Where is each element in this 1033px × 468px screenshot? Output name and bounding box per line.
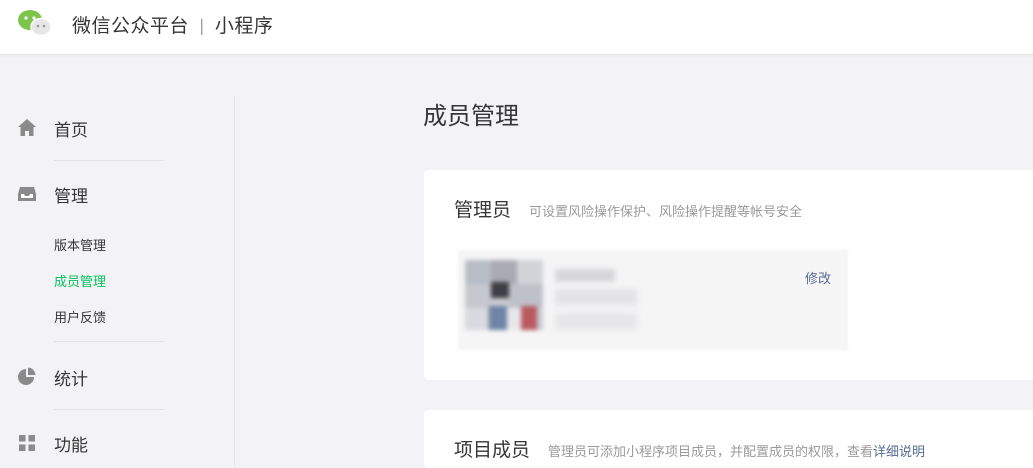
inbox-icon bbox=[18, 187, 36, 201]
admin-info-blurred bbox=[555, 289, 637, 305]
wechat-logo[interactable] bbox=[16, 8, 54, 38]
sidebar-item-home[interactable]: 首页 bbox=[16, 116, 88, 141]
admin-card-description: 可设置风险操作保护、风险操作提醒等帐号安全 bbox=[529, 205, 803, 220]
divider bbox=[54, 160, 164, 161]
members-card-description-text: 管理员可添加小程序项目成员，并配置成员的权限，查看 bbox=[548, 445, 874, 460]
home-icon bbox=[18, 119, 36, 136]
admin-card-title: 管理员 bbox=[454, 199, 512, 221]
members-card-title: 项目成员 bbox=[454, 439, 531, 461]
sidebar-item-features[interactable]: 功能 bbox=[16, 431, 88, 456]
sidebar-item-label: 首页 bbox=[54, 120, 88, 141]
sidebar-item-label: 统计 bbox=[54, 369, 88, 390]
brand-separator: | bbox=[199, 16, 205, 35]
edit-admin-link[interactable]: 修改 bbox=[805, 268, 831, 287]
platform-name: 微信公众平台 bbox=[72, 15, 190, 37]
page-title: 成员管理 bbox=[423, 102, 519, 130]
details-link[interactable]: 详细说明 bbox=[873, 445, 925, 460]
pie-chart-icon bbox=[18, 367, 36, 385]
members-card-header: 项目成员 管理员可添加小程序项目成员，并配置成员的权限，查看详细说明 bbox=[454, 435, 925, 462]
sidebar-subitem-version-management[interactable]: 版本管理 bbox=[54, 235, 106, 254]
admin-info-blurred bbox=[555, 313, 637, 329]
divider bbox=[54, 341, 164, 342]
members-card-description: 管理员可添加小程序项目成员，并配置成员的权限，查看详细说明 bbox=[548, 441, 925, 460]
sidebar-subitem-user-feedback[interactable]: 用户反馈 bbox=[54, 307, 106, 326]
brand-title[interactable]: 微信公众平台 | 小程序 bbox=[72, 11, 273, 38]
admin-card-header: 管理员 可设置风险操作保护、风险操作提醒等帐号安全 bbox=[454, 195, 802, 222]
sidebar-divider bbox=[234, 95, 235, 468]
product-name: 小程序 bbox=[214, 15, 274, 37]
admin-card: 管理员 可设置风险操作保护、风险操作提醒等帐号安全 修改 bbox=[424, 170, 1033, 380]
grid-icon bbox=[19, 435, 35, 451]
sidebar-item-label: 管理 bbox=[54, 186, 88, 207]
sidebar-item-label: 功能 bbox=[54, 435, 88, 456]
sidebar-item-manage[interactable]: 管理 bbox=[16, 182, 88, 207]
admin-name-blurred bbox=[555, 269, 615, 282]
avatar bbox=[465, 260, 543, 330]
divider bbox=[54, 409, 164, 410]
top-bar: 微信公众平台 | 小程序 bbox=[0, 0, 1033, 55]
members-card: 项目成员 管理员可添加小程序项目成员，并配置成员的权限，查看详细说明 bbox=[424, 410, 1033, 468]
sidebar-subitem-member-management[interactable]: 成员管理 bbox=[54, 271, 106, 290]
sidebar-item-statistics[interactable]: 统计 bbox=[16, 365, 88, 390]
